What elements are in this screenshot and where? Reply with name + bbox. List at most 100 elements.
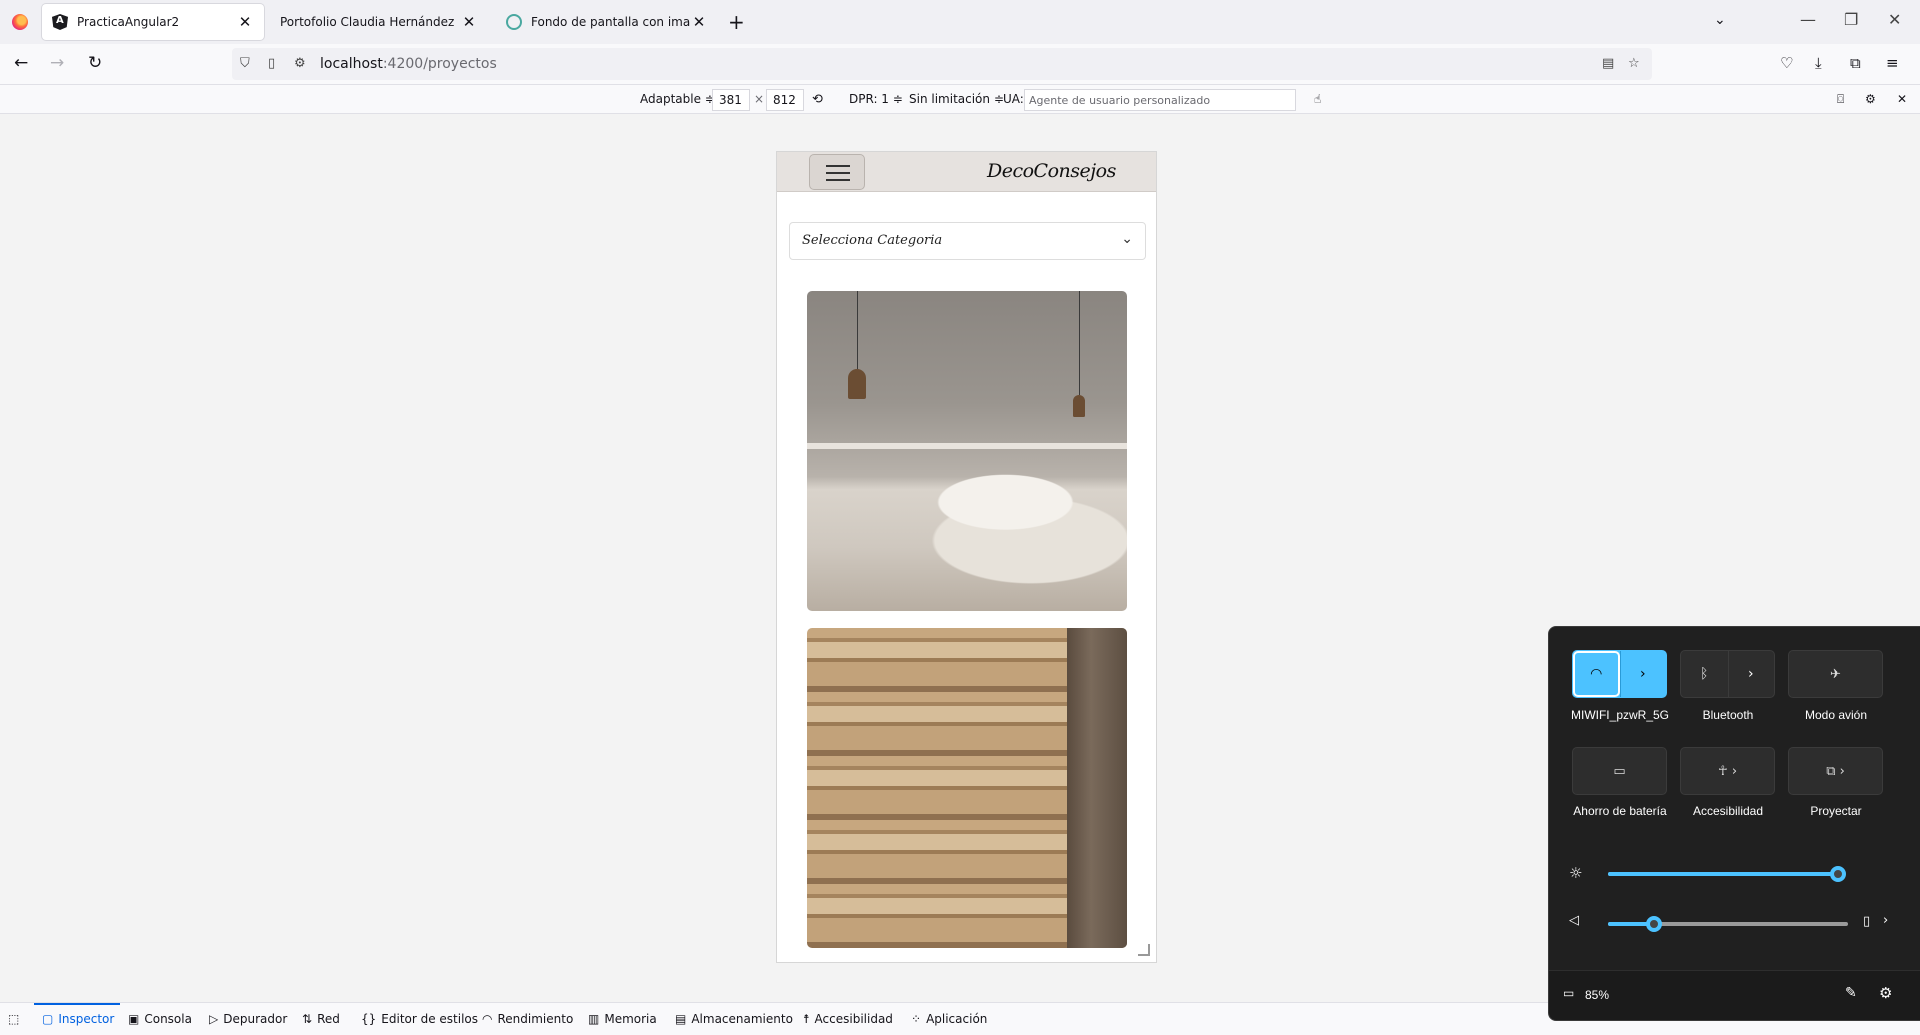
ua-label: UA: — [1003, 92, 1024, 106]
dimension-separator: × — [754, 92, 765, 106]
user-agent-input[interactable] — [1024, 89, 1296, 111]
tab-portfolio[interactable]: Portofolio Claudia Hernández ✕ — [270, 4, 488, 40]
tab-fondo[interactable]: Fondo de pantalla con imagen ✕ — [496, 4, 718, 40]
tab-label: Rendimiento — [497, 1012, 574, 1026]
jute-rugs-photo[interactable] — [807, 628, 1127, 948]
airplane-icon: ✈ — [1830, 666, 1841, 682]
hamburger-line — [826, 179, 850, 181]
back-arrow-icon[interactable]: ← — [14, 53, 28, 73]
brightness-thumb[interactable] — [1829, 866, 1846, 882]
bookmark-star-icon[interactable]: ☆ — [1628, 56, 1640, 71]
firefox-icon[interactable] — [12, 14, 28, 30]
permissions-icon[interactable]: ⚙ — [294, 56, 306, 71]
accessibility-icon: ☨ — [803, 1012, 810, 1026]
chevron-right-icon[interactable]: › — [1728, 651, 1775, 697]
close-icon[interactable]: ✕ — [460, 13, 478, 31]
dpr-select[interactable]: DPR: 1 ≑ — [849, 92, 903, 106]
devtools-tab-memory[interactable]: ▥ Memoria — [588, 1012, 657, 1026]
accessibility-tile[interactable]: ☥ › — [1680, 747, 1775, 795]
site-brand[interactable]: DecoConsejos — [987, 160, 1116, 182]
tab-label: Accesibilidad — [814, 1012, 893, 1026]
chatgpt-icon — [506, 14, 522, 30]
settings-gear-icon[interactable]: ⚙ — [1865, 92, 1876, 106]
brightness-slider[interactable] — [1608, 866, 1846, 882]
url-text[interactable]: localhost:4200/proyectos — [320, 56, 497, 72]
close-icon[interactable]: ✕ — [236, 13, 254, 31]
quick-settings-footer: ▭ 85% ✎ ⚙ — [1549, 970, 1920, 1020]
pocket-icon[interactable]: ♡ — [1780, 54, 1793, 72]
tab-label: Consola — [144, 1012, 192, 1026]
category-select[interactable]: Selecciona Categoria ⌄ — [789, 222, 1146, 260]
devtools-tab-debugger[interactable]: ▷ Depurador — [209, 1012, 287, 1026]
rotate-viewport-icon[interactable]: ⟲ — [812, 92, 823, 107]
download-icon[interactable]: ⤓ — [1815, 54, 1822, 72]
window-close-icon[interactable]: ✕ — [1888, 10, 1901, 29]
audio-output-icon[interactable]: ▯ — [1863, 914, 1870, 929]
menu-hamburger-icon[interactable]: ≡ — [1886, 54, 1899, 72]
bluetooth-tile[interactable]: ᛒ › — [1680, 650, 1775, 698]
project-tile[interactable]: ⧉ › — [1788, 747, 1883, 795]
chevron-down-icon: ⌄ — [1121, 231, 1133, 247]
tab-label: Aplicación — [926, 1012, 988, 1026]
page-icon[interactable]: ▯ — [268, 56, 275, 71]
volume-thumb[interactable] — [1645, 916, 1662, 932]
list-all-tabs-chevron-icon[interactable]: ⌄ — [1714, 12, 1726, 28]
responsive-toolbar: Adaptable ≑ 381 × 812 ⟲ DPR: 1 ≑ Sin lim… — [0, 86, 1920, 114]
headboard-panel — [807, 443, 1127, 449]
screenshot-camera-icon[interactable]: ⌼ — [1837, 92, 1844, 107]
tab-label: Memoria — [604, 1012, 657, 1026]
devtools-tab-network[interactable]: ⇅ Red — [302, 1012, 340, 1026]
touch-simulation-icon[interactable]: ☝ — [1314, 92, 1321, 106]
forward-arrow-icon[interactable]: → — [50, 53, 64, 73]
devtools-tab-storage[interactable]: ▤ Almacenamiento — [675, 1012, 793, 1026]
restore-icon[interactable]: ❐ — [1844, 10, 1858, 29]
battery-icon[interactable]: ▭ — [1563, 986, 1574, 1000]
settings-gear-icon[interactable]: ⚙ — [1879, 984, 1892, 1002]
chevron-right-icon[interactable]: › — [1620, 651, 1667, 697]
tab-label: Almacenamiento — [691, 1012, 793, 1026]
devtools-tab-style-editor[interactable]: {} Editor de estilos — [361, 1012, 478, 1026]
close-icon[interactable]: ✕ — [690, 13, 708, 31]
wifi-tile[interactable]: ◠ › — [1572, 650, 1667, 698]
bluetooth-icon[interactable]: ᛒ — [1681, 651, 1728, 697]
volume-slider[interactable] — [1608, 916, 1848, 932]
chevron-right-icon[interactable]: › — [1883, 913, 1888, 928]
project-icon: ⧉ › — [1826, 763, 1845, 779]
battery-saver-tile[interactable]: ▭ — [1572, 747, 1667, 795]
tab-practica-angular[interactable]: PracticaAngular2 ✕ — [42, 4, 264, 40]
viewport-height-input[interactable]: 812 — [766, 89, 804, 111]
airplane-mode-label: Modo avión — [1804, 708, 1868, 722]
devtools-tab-application[interactable]: ⁘ Aplicación — [911, 1012, 987, 1026]
minimize-icon[interactable]: — — [1800, 10, 1816, 29]
device-preset-select[interactable]: Adaptable ≑ — [640, 92, 715, 106]
brightness-fill — [1608, 872, 1838, 876]
navbar-toggle-button[interactable] — [809, 154, 865, 190]
shield-icon[interactable]: ⛉ — [240, 56, 250, 71]
accessibility-icon: ☥ › — [1717, 763, 1738, 779]
new-tab-plus-icon[interactable]: + — [728, 10, 745, 34]
tab-label: Editor de estilos — [381, 1012, 479, 1026]
close-rdm-icon[interactable]: ✕ — [1897, 92, 1907, 106]
battery-percentage[interactable]: 85% — [1585, 988, 1609, 1002]
devtools-tab-console[interactable]: ▣ Consola — [128, 1012, 192, 1026]
devtools-tab-performance[interactable]: ◠ Rendimiento — [482, 1012, 573, 1026]
extensions-icon[interactable]: ⧉ — [1850, 54, 1861, 72]
devtools-tab-inspector[interactable]: ▢ Inspector — [42, 1012, 114, 1026]
url-bar[interactable]: ⛉ ▯ ⚙ localhost:4200/proyectos ▤ ☆ — [232, 48, 1652, 80]
reload-icon[interactable]: ↻ — [88, 53, 102, 73]
resize-handle[interactable] — [1138, 944, 1150, 956]
speaker-icon[interactable]: ◁ — [1569, 913, 1579, 928]
tab-strip: PracticaAngular2 ✕ Portofolio Claudia He… — [0, 0, 1920, 44]
tab-label: Depurador — [223, 1012, 288, 1026]
airplane-mode-tile[interactable]: ✈ — [1788, 650, 1883, 698]
pick-element-icon[interactable]: ⬚ — [8, 1012, 19, 1026]
viewport-width-input[interactable]: 381 — [712, 89, 750, 111]
edit-pencil-icon[interactable]: ✎ — [1845, 985, 1857, 1001]
network-throttle-select[interactable]: Sin limitación ≑ — [909, 92, 1004, 106]
project-label: Proyectar — [1810, 804, 1862, 818]
reader-view-icon[interactable]: ▤ — [1602, 56, 1614, 71]
bedroom-photo[interactable] — [807, 291, 1127, 611]
devtools-tab-accessibility[interactable]: ☨ Accesibilidad — [803, 1012, 893, 1026]
bluetooth-label: Bluetooth — [1702, 708, 1754, 722]
inspector-icon: ▢ — [42, 1012, 54, 1026]
